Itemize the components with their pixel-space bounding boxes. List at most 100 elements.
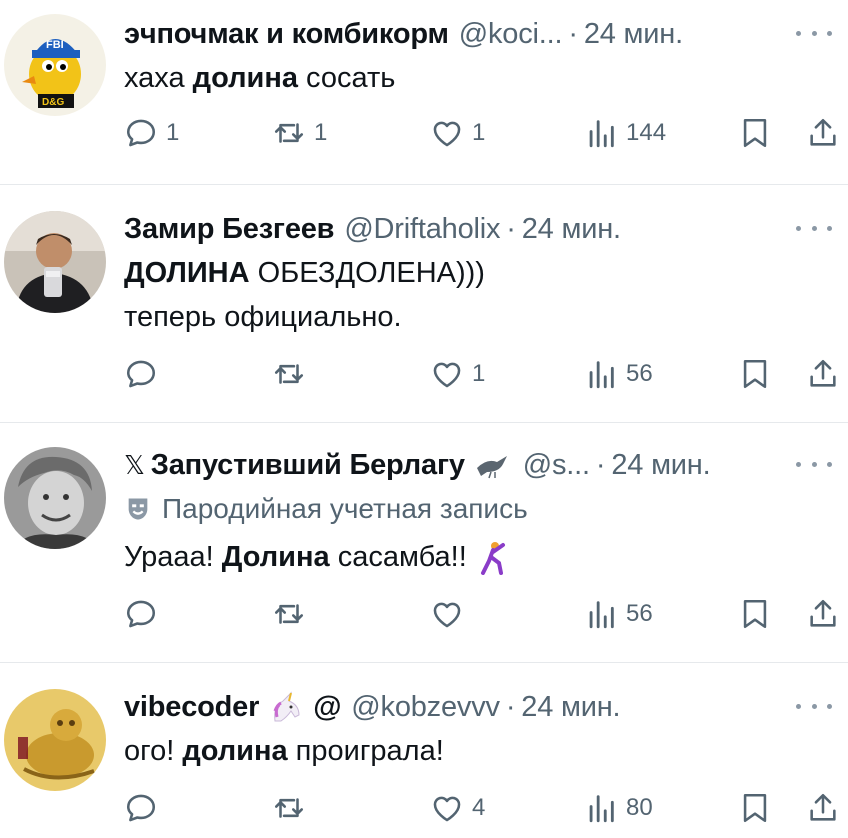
- user-handle[interactable]: @koci...: [459, 18, 563, 51]
- tweet-text: Урааа! Долина сасамба!!: [124, 537, 507, 577]
- svg-text:FBI: FBI: [46, 39, 64, 51]
- repost-button[interactable]: [272, 349, 314, 399]
- reply-icon: [126, 794, 156, 822]
- repost-button[interactable]: [272, 783, 314, 833]
- repost-icon: [274, 798, 304, 818]
- tweet[interactable]: Замир Безгеев @Driftaholix · 24 мин. ДОЛ…: [0, 185, 848, 421]
- share-button[interactable]: [806, 108, 840, 158]
- repost-button[interactable]: 1: [272, 108, 327, 158]
- tweet-header: Замир Безгеев @Driftaholix · 24 мин.: [124, 209, 621, 249]
- display-name[interactable]: Замир Безгеев: [124, 213, 335, 246]
- repost-button[interactable]: [272, 589, 314, 639]
- views-count: 56: [626, 360, 653, 387]
- avatar[interactable]: [4, 211, 106, 313]
- avatar[interactable]: [4, 447, 106, 549]
- tweet-text-line-2: теперь официально.: [124, 301, 402, 333]
- timestamp[interactable]: 24 мин.: [521, 691, 620, 724]
- separator-dot: ·: [506, 212, 516, 245]
- reply-button[interactable]: [124, 349, 166, 399]
- views-button[interactable]: 144: [584, 108, 666, 158]
- tweet-header: эчпочмак и комбикорм @koci... · 24 мин.: [124, 14, 683, 54]
- views-button[interactable]: 56: [584, 589, 653, 639]
- bookmark-button[interactable]: [738, 349, 772, 399]
- avatar[interactable]: [4, 689, 106, 791]
- reply-icon: [126, 360, 156, 388]
- bookmark-icon: [743, 793, 767, 823]
- views-button[interactable]: 80: [584, 783, 653, 833]
- svg-text:D&G: D&G: [42, 97, 64, 108]
- avatar[interactable]: FBI D&G: [4, 14, 106, 116]
- bookmark-button[interactable]: [738, 589, 772, 639]
- more-options-icon[interactable]: [796, 691, 832, 721]
- views-count: 80: [626, 794, 653, 821]
- repost-icon: [274, 364, 304, 384]
- like-button[interactable]: 1: [430, 108, 485, 158]
- more-options-icon[interactable]: [796, 213, 832, 243]
- share-icon: [810, 599, 836, 627]
- share-button[interactable]: [806, 783, 840, 833]
- separator-dot: ·: [595, 448, 606, 481]
- share-icon: [810, 359, 836, 387]
- action-bar: 56: [0, 589, 848, 639]
- user-handle[interactable]: @Driftaholix: [344, 213, 500, 246]
- bookmark-button[interactable]: [738, 108, 772, 158]
- display-name[interactable]: Запустивший Берлагу: [151, 449, 465, 482]
- reply-button[interactable]: [124, 783, 166, 833]
- action-bar: 1 1 1 144: [0, 108, 848, 158]
- timestamp[interactable]: 24 мин.: [611, 449, 710, 482]
- heart-icon: [433, 362, 461, 388]
- tweet-header: vibecoder @ @kobzevvv · 24 мин.: [124, 687, 621, 727]
- user-handle[interactable]: @s...: [523, 449, 590, 482]
- more-options-icon[interactable]: [796, 18, 832, 48]
- tweet-text: хаха долина сосать: [124, 62, 396, 94]
- views-count: 56: [626, 600, 653, 627]
- bookmark-icon: [743, 118, 767, 148]
- unicorn-emoji-icon: [269, 691, 303, 723]
- views-chart-icon: [589, 601, 614, 629]
- tweet[interactable]: FBI D&G эчпочмак и комбикорм @koci... · …: [0, 0, 848, 184]
- display-name[interactable]: vibecoder: [124, 691, 259, 724]
- like-button[interactable]: 1: [430, 349, 485, 399]
- views-button[interactable]: 56: [584, 349, 653, 399]
- heart-icon: [433, 602, 461, 628]
- like-button[interactable]: 4: [430, 783, 485, 833]
- reply-count: 1: [166, 119, 180, 146]
- theater-mask-icon: [128, 498, 148, 520]
- like-count: 1: [472, 119, 486, 146]
- share-button[interactable]: [806, 589, 840, 639]
- timestamp[interactable]: 24 мин.: [522, 213, 621, 246]
- views-chart-icon: [589, 795, 614, 823]
- action-bar: 4 80: [0, 783, 848, 833]
- like-button[interactable]: [430, 589, 472, 639]
- x-logo-icon: 𝕏: [124, 449, 145, 480]
- share-icon: [810, 118, 836, 146]
- like-count: 4: [472, 794, 486, 821]
- heart-icon: [433, 121, 461, 147]
- tweet[interactable]: vibecoder @ @kobzevvv · 24 мин. ого! дол…: [0, 663, 848, 838]
- share-icon: [810, 793, 836, 821]
- reply-button[interactable]: [124, 589, 166, 639]
- dancer-emoji-icon: [479, 541, 507, 576]
- separator-dot: ·: [568, 17, 578, 50]
- views-chart-icon: [589, 120, 614, 148]
- more-options-icon[interactable]: [796, 449, 832, 479]
- display-name[interactable]: эчпочмак и комбикорм: [124, 18, 449, 51]
- separator-dot: ·: [505, 690, 516, 723]
- tweet-header: 𝕏 Запустивший Берлагу @s... · 24 мин.: [124, 445, 711, 485]
- tweet-text: ого! долина проиграла!: [124, 735, 444, 767]
- tweet-text: ДОЛИНА ОБЕЗДОЛЕНА))): [124, 257, 485, 289]
- parody-account-label: Пародийная учетная запись: [124, 489, 528, 529]
- bookmark-button[interactable]: [738, 783, 772, 833]
- views-count: 144: [626, 119, 667, 146]
- repost-count: 1: [314, 119, 328, 146]
- tweet[interactable]: 𝕏 Запустивший Берлагу @s... · 24 мин. Па…: [0, 423, 848, 661]
- repost-icon: [274, 604, 304, 624]
- bird-icon: [473, 450, 513, 480]
- reply-icon: [126, 600, 156, 628]
- repost-icon: [274, 123, 304, 143]
- timestamp[interactable]: 24 мин.: [584, 18, 683, 51]
- action-bar: 1 56: [0, 349, 848, 399]
- share-button[interactable]: [806, 349, 840, 399]
- user-handle[interactable]: @kobzevvv: [351, 691, 500, 724]
- reply-button[interactable]: 1: [124, 108, 179, 158]
